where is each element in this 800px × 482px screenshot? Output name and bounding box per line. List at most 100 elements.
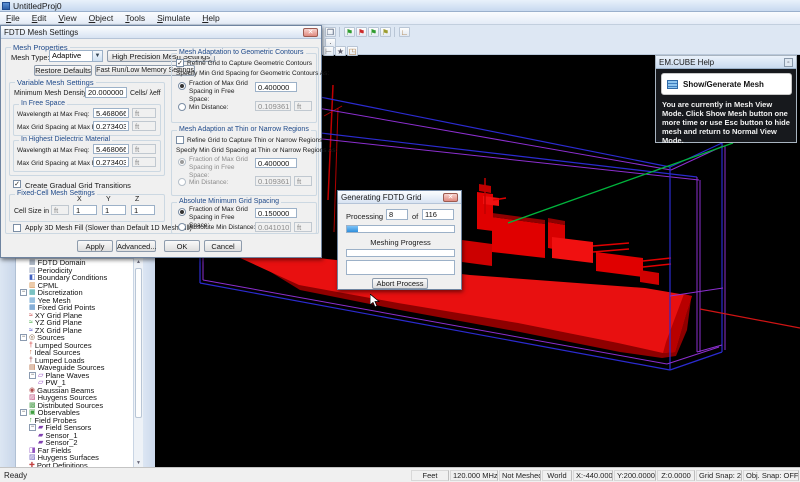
status-segment: X:-440.0000 (573, 470, 613, 481)
geo-fraction-radio[interactable] (178, 82, 186, 90)
menu-edit[interactable]: Edit (26, 13, 53, 23)
processing-total: 116 (422, 209, 454, 220)
cell-size-unit: ft (51, 205, 69, 215)
tree-node-icon: ▨ (29, 454, 36, 461)
tree-expander-icon[interactable]: − (20, 334, 27, 341)
thin-mindist-radio[interactable] (178, 178, 186, 186)
star-icon[interactable]: ★ (335, 46, 346, 56)
maxgrid-input[interactable] (93, 121, 129, 131)
cell-x-input[interactable] (73, 205, 97, 215)
close-icon[interactable]: ✕ (443, 193, 458, 202)
abs-fraction-input[interactable] (255, 208, 297, 218)
scroll-up-arrow-icon[interactable]: ▲ (135, 258, 142, 266)
status-segment: World (542, 470, 572, 481)
mesh-log-listbox[interactable] (346, 260, 455, 275)
geo-refine-label: Refine Grid to Capture Geometric Contour… (187, 60, 312, 67)
menu-simulate[interactable]: Simulate (151, 13, 196, 23)
wavelength2-input[interactable] (93, 144, 129, 154)
menu-object[interactable]: Object (83, 13, 120, 23)
thin-refine-checkbox[interactable] (176, 136, 184, 144)
pin-icon[interactable]: ▫ (784, 58, 793, 67)
geo-refine-checkbox[interactable]: ✓ (176, 59, 184, 67)
menu-view[interactable]: View (52, 13, 82, 23)
tree-item-plane-waves[interactable]: −▱Plane Waves (16, 372, 133, 380)
scroll-thumb[interactable] (135, 268, 142, 418)
tree-scrollbar[interactable]: ▲ ▼ (133, 258, 143, 467)
barrel-a2 (593, 249, 629, 252)
tree-node-icon: ▩ (29, 402, 36, 409)
cell-z-input[interactable] (131, 205, 155, 215)
tree-item-discretization[interactable]: −▦Discretization (16, 289, 133, 297)
thin-fraction-input[interactable] (255, 158, 297, 168)
thin-fraction-label: Fraction of Max Grid Spacing in Free Spa… (189, 156, 251, 180)
mesh-settings-dialog: FDTD Mesh Settings ✕ Mesh Properties Mes… (0, 25, 322, 258)
abs-fraction-radio[interactable] (178, 208, 186, 216)
geo-fraction-input[interactable] (255, 82, 297, 92)
wavelength-input[interactable] (93, 108, 129, 118)
ship-superstructure (492, 217, 545, 258)
mesh-cube-icon[interactable]: ❒ (325, 27, 336, 37)
thin-specify-label: Specify Min Grid Spacing at Thin or Narr… (176, 147, 337, 154)
abs-mindist-label: Absolute Min Distance: (189, 224, 255, 231)
thin-fraction-radio[interactable] (178, 158, 186, 166)
menu-tools[interactable]: Tools (119, 13, 151, 23)
mesh-dialog-titlebar[interactable]: FDTD Mesh Settings ✕ (1, 26, 321, 39)
min-density-input[interactable] (85, 87, 127, 98)
tree-item-zx-grid-plane[interactable]: ≈ZX Grid Plane (16, 327, 133, 335)
axis-z-label: Z (135, 196, 139, 203)
geo-mindist-radio[interactable] (178, 103, 186, 111)
tree-expander-icon[interactable]: − (20, 289, 27, 296)
abort-process-button[interactable]: Abort Process (372, 278, 428, 289)
menu-file[interactable]: File (0, 13, 26, 23)
tree-item-fdtd-domain[interactable]: ▦FDTD Domain (16, 259, 133, 267)
tree-expander-icon[interactable]: − (20, 409, 27, 416)
advanced-button[interactable]: Advanced... (116, 240, 156, 252)
axis-y-label: Y (106, 196, 111, 203)
maxgrid-unit: ft (132, 121, 156, 131)
tree-node-icon: ◧ (29, 274, 36, 281)
tree-expander-icon[interactable]: − (29, 424, 36, 431)
mesh3d-checkbox[interactable] (13, 224, 21, 232)
cancel-button[interactable]: Cancel (204, 240, 242, 252)
processing-count: 8 (386, 209, 408, 220)
ok-button[interactable]: OK (164, 240, 200, 252)
panel-splitter[interactable] (143, 258, 155, 467)
scroll-down-arrow-icon[interactable]: ▼ (135, 459, 142, 467)
gen-dialog-titlebar[interactable]: Generating FDTD Grid ✕ (338, 191, 461, 204)
gradual-transitions-checkbox[interactable]: ✓ (13, 180, 21, 188)
abs-mindist-radio[interactable] (178, 223, 186, 231)
measure-icon[interactable]: ⊢ (323, 46, 334, 56)
tree-node-icon: ≈ (29, 327, 33, 334)
help-panel-titlebar[interactable]: EM.CUBE Help ▫ (656, 56, 796, 69)
mesh-type-dropdown[interactable]: Adaptive ▼ (49, 50, 103, 62)
abs-mindist-input: 0.041010 (255, 222, 291, 232)
box-top-right-conn (670, 143, 722, 167)
flag-red-icon[interactable]: ⚑ (356, 27, 367, 37)
mesh-type-label: Mesh Type: (11, 53, 50, 62)
chevron-down-icon: ▼ (92, 51, 102, 61)
tree-node-icon: ≈ (29, 312, 33, 319)
apply-button[interactable]: Apply (77, 240, 113, 252)
close-icon[interactable]: ✕ (303, 28, 318, 37)
flag-green-icon[interactable]: ⚑ (344, 27, 355, 37)
restore-defaults-button[interactable]: Restore Defaults (34, 65, 92, 76)
flag-olive-icon[interactable]: ⚑ (380, 27, 391, 37)
grid-box-icon[interactable]: ◳ (347, 46, 358, 56)
box-top-inner-blue (295, 130, 697, 177)
window-titlebar[interactable]: UntitledProj0 (0, 0, 800, 12)
tree-expander-icon[interactable]: − (29, 372, 36, 379)
ship-turret-a (552, 237, 593, 263)
tree-item-boundary-conditions[interactable]: ◧Boundary Conditions (16, 274, 133, 282)
wavelength2-label: Wavelength at Max Freq: (17, 147, 89, 154)
tree-node-icon: ▦ (29, 297, 36, 304)
flag-green2-icon[interactable]: ⚑ (368, 27, 379, 37)
help-topic-card[interactable]: Show/Generate Mesh (661, 73, 792, 95)
tree-item-sensor-2[interactable]: ▰Sensor_2 (16, 439, 133, 447)
cell-y-input[interactable] (102, 205, 126, 215)
axes-icon[interactable]: ∟ (399, 27, 410, 37)
status-segment: Z:0.0000 (657, 470, 695, 481)
menu-help[interactable]: Help (196, 13, 225, 23)
maxgrid2-input[interactable] (93, 157, 129, 167)
window-title: UntitledProj0 (13, 1, 62, 11)
project-tree: ▦FDTD Domain▤Periodicity◧Boundary Condit… (16, 258, 133, 467)
